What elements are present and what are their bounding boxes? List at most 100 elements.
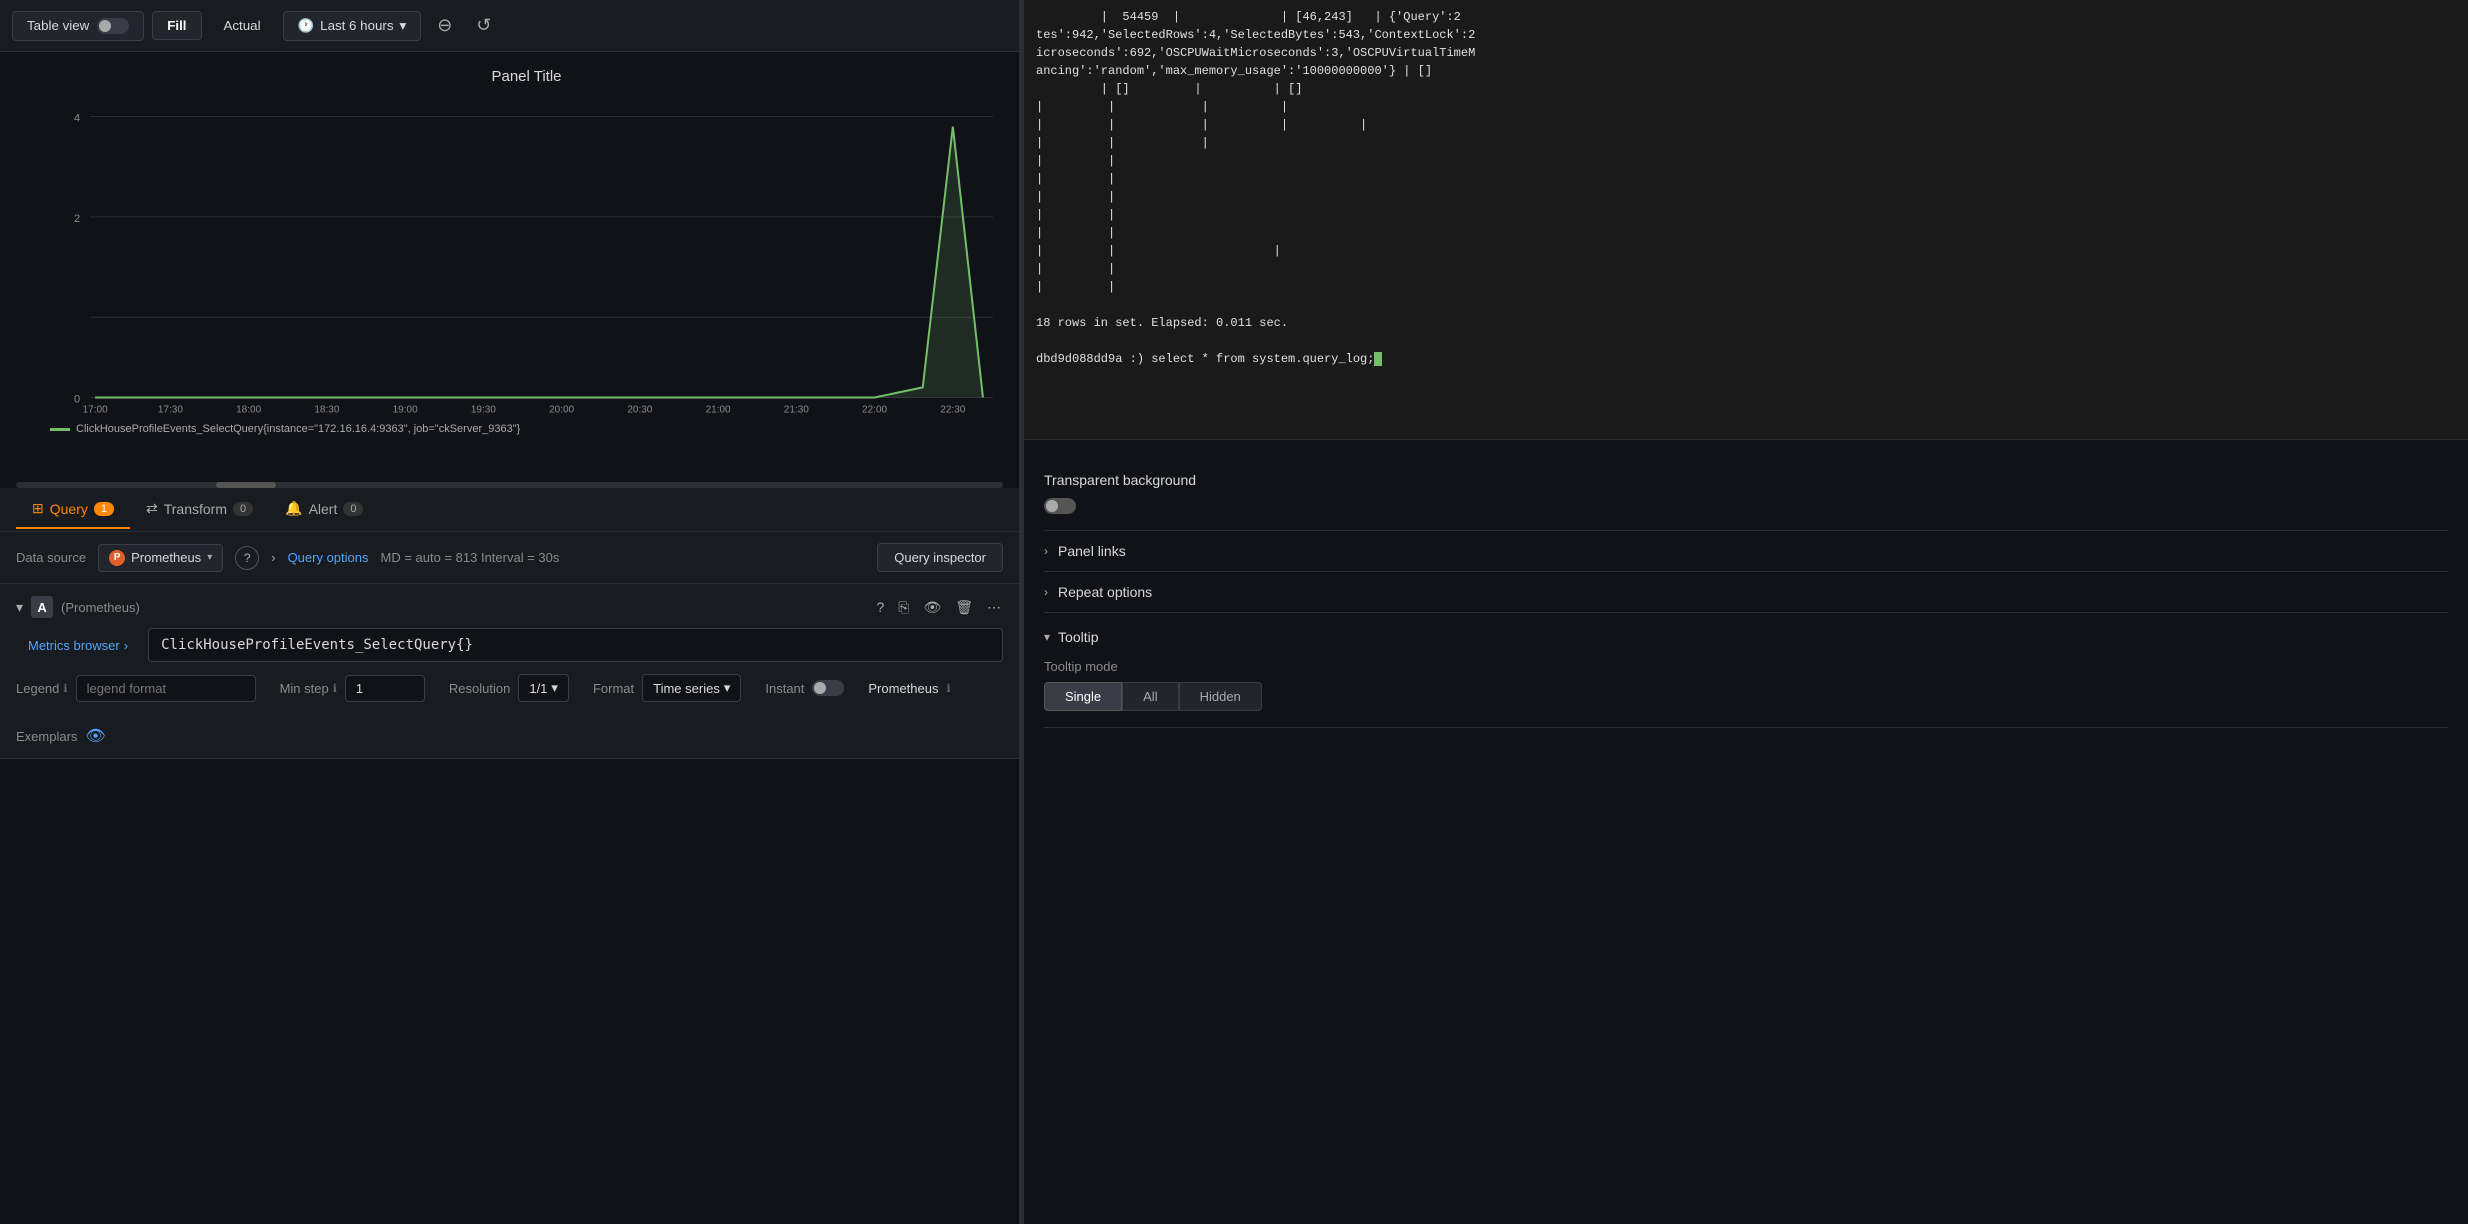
min-step-label: Min step ℹ: [280, 681, 337, 696]
tab-alert[interactable]: 🔔 Alert 0: [269, 490, 379, 529]
format-group: Format Time series ▾: [593, 674, 741, 702]
help-button[interactable]: ?: [235, 546, 259, 570]
chart-area: Panel Title 4 2 0 17:00 17:30 18:00 18:3…: [0, 52, 1019, 482]
data-source-selector[interactable]: P Prometheus ▾: [98, 544, 223, 572]
database-icon: ⊞: [32, 500, 44, 517]
min-step-input[interactable]: [345, 675, 425, 702]
terminal-line-1: | 54459 | | [46,243] | {'Query':2: [1036, 8, 2456, 26]
tooltip-mode-all-button[interactable]: All: [1122, 682, 1178, 711]
repeat-options-title: Repeat options: [1058, 584, 1152, 600]
terminal-line-16: | |: [1036, 278, 2456, 296]
query-more-button[interactable]: ⋯: [985, 597, 1003, 618]
metrics-browser-button[interactable]: Metrics browser ›: [16, 630, 140, 661]
tab-transform-label: Transform: [164, 501, 227, 517]
svg-text:2: 2: [74, 213, 80, 225]
terminal-line-6: | | | |: [1036, 98, 2456, 116]
legend-input[interactable]: [76, 675, 256, 702]
legend-color-line: [50, 428, 70, 431]
time-range-label: Last 6 hours: [320, 18, 393, 33]
terminal-line-2: tes':942,'SelectedRows':4,'SelectedBytes…: [1036, 26, 2456, 44]
legend-text: ClickHouseProfileEvents_SelectQuery{inst…: [76, 423, 520, 435]
tooltip-header[interactable]: ▾ Tooltip: [1044, 629, 2448, 645]
svg-text:22:30: 22:30: [940, 404, 965, 415]
exemplars-eye-icon[interactable]: 👁: [85, 726, 105, 746]
terminal-line-4: ancing':'random','max_memory_usage':'100…: [1036, 62, 2456, 80]
actual-button[interactable]: Actual: [210, 12, 275, 39]
query-inspector-button[interactable]: Query inspector: [877, 543, 1003, 572]
resolution-label: Resolution: [449, 681, 510, 696]
tooltip-section: ▾ Tooltip Tooltip mode Single All Hidden: [1044, 613, 2448, 728]
table-view-button[interactable]: Table view: [12, 11, 144, 41]
query-help-button[interactable]: ?: [874, 597, 886, 617]
tooltip-mode-label: Tooltip mode: [1044, 659, 2448, 674]
query-input[interactable]: [148, 628, 1003, 662]
query-options-meta: MD = auto = 813 Interval = 30s: [381, 550, 560, 565]
transform-icon: ⇄: [146, 500, 158, 517]
query-toolbar: Data source P Prometheus ▾ ? › Query opt…: [0, 532, 1019, 584]
tooltip-mode-single-button[interactable]: Single: [1044, 682, 1122, 711]
terminal-line-9: | |: [1036, 152, 2456, 170]
query-options-label: Query options: [288, 550, 369, 565]
repeat-options-section[interactable]: › Repeat options: [1044, 572, 2448, 613]
query-header: ▾ A (Prometheus) ? ⎘ 👁 🗑 ⋯: [16, 596, 1003, 618]
resolution-chevron-icon: ▾: [551, 680, 558, 696]
terminal-line-14: | | |: [1036, 242, 2456, 260]
panel-links-section[interactable]: › Panel links: [1044, 531, 2448, 572]
tooltip-title: Tooltip: [1058, 629, 1098, 645]
tab-alert-badge: 0: [343, 502, 363, 516]
prometheus-group: Prometheus ℹ: [868, 681, 950, 696]
terminal-line-13: | |: [1036, 224, 2456, 242]
svg-text:20:00: 20:00: [549, 404, 574, 415]
chart-container: 4 2 0 17:00 17:30 18:00 18:30 19:00 19:3…: [50, 97, 1003, 417]
prometheus-info-icon: ℹ: [946, 682, 950, 695]
tab-transform[interactable]: ⇄ Transform 0: [130, 490, 269, 529]
svg-text:19:30: 19:30: [471, 404, 496, 415]
repeat-options-chevron-icon: ›: [1044, 585, 1048, 599]
query-eye-button[interactable]: 👁: [921, 597, 943, 618]
svg-text:21:30: 21:30: [784, 404, 809, 415]
svg-text:22:00: 22:00: [862, 404, 887, 415]
terminal-line-blank: [1036, 332, 2456, 350]
tab-query[interactable]: ⊞ Query 1: [16, 490, 130, 529]
query-options-row: Legend ℹ Min step ℹ Resolution 1/1 ▾: [16, 674, 1003, 746]
data-source-label: Data source: [16, 550, 86, 565]
transparent-bg-toggle[interactable]: [1044, 498, 1076, 514]
tooltip-mode-hidden-button[interactable]: Hidden: [1179, 682, 1262, 711]
terminal-prompt: dbd9d088dd9a :) select * from system.que…: [1036, 350, 2456, 368]
format-chevron-icon: ▾: [724, 680, 731, 696]
prometheus-name: Prometheus: [131, 550, 201, 565]
svg-text:18:00: 18:00: [236, 404, 261, 415]
zoom-out-button[interactable]: ⊖: [429, 11, 460, 40]
right-panel: | 54459 | | [46,243] | {'Query':2 tes':9…: [1024, 0, 2468, 1224]
format-select[interactable]: Time series ▾: [642, 674, 741, 702]
resolution-select[interactable]: 1/1 ▾: [518, 674, 569, 702]
metrics-browser-arrow: ›: [124, 638, 128, 653]
panel-title: Panel Title: [50, 68, 1003, 85]
query-trash-button[interactable]: 🗑: [953, 597, 975, 618]
tab-alert-label: Alert: [309, 501, 338, 517]
terminal-line-12: | |: [1036, 206, 2456, 224]
time-range-button[interactable]: 🕐 Last 6 hours ▾: [283, 11, 422, 41]
legend-group: Legend ℹ: [16, 675, 256, 702]
prometheus-icon: P: [109, 550, 125, 566]
tab-query-badge: 1: [94, 502, 114, 516]
fill-button[interactable]: Fill: [152, 11, 201, 40]
refresh-button[interactable]: ↺: [468, 11, 499, 40]
exemplars-label: Exemplars: [16, 729, 77, 744]
svg-text:18:30: 18:30: [314, 404, 339, 415]
terminal-line-17: [1036, 296, 2456, 314]
collapse-button[interactable]: ▾: [16, 599, 23, 616]
left-panel: Table view Fill Actual 🕐 Last 6 hours ▾ …: [0, 0, 1020, 1224]
terminal-line-11: | |: [1036, 188, 2456, 206]
instant-toggle[interactable]: [812, 680, 844, 696]
query-options-button[interactable]: Query options: [288, 550, 369, 565]
terminal-line-5: | [] | | []: [1036, 80, 2456, 98]
table-view-toggle[interactable]: [97, 18, 129, 34]
query-ds-name: (Prometheus): [61, 600, 140, 615]
terminal: | 54459 | | [46,243] | {'Query':2 tes':9…: [1024, 0, 2468, 440]
terminal-cursor: [1374, 352, 1382, 366]
terminal-line-8: | | |: [1036, 134, 2456, 152]
query-copy-button[interactable]: ⎘: [896, 597, 911, 618]
chart-svg: 4 2 0 17:00 17:30 18:00 18:30 19:00 19:3…: [50, 97, 1003, 417]
svg-text:20:30: 20:30: [627, 404, 652, 415]
